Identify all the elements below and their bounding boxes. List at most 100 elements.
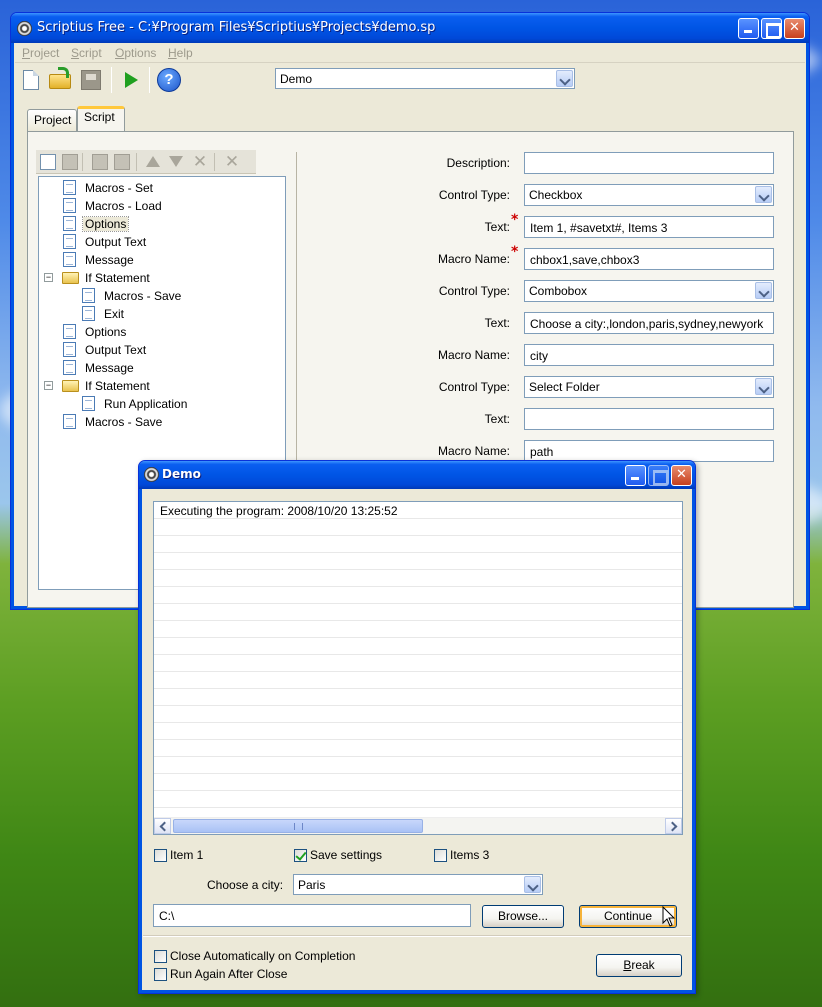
log-line: Executing the program: 2008/10/20 13:25:… xyxy=(160,504,398,518)
field-value: path xyxy=(530,445,554,459)
field-value: city xyxy=(530,349,548,363)
horizontal-scrollbar[interactable] xyxy=(154,817,682,834)
menu-project[interactable]: Project xyxy=(22,46,59,60)
collapse-icon[interactable]: − xyxy=(44,381,53,390)
paste-icon[interactable] xyxy=(114,154,130,170)
document-icon xyxy=(63,198,76,213)
field-input[interactable]: Item 1, #savetxt#, Items 3 xyxy=(524,216,774,238)
break-label: Break xyxy=(623,958,655,972)
minimize-button[interactable] xyxy=(738,18,759,39)
maximize-button[interactable] xyxy=(761,18,782,39)
tab-project[interactable]: Project xyxy=(27,109,77,131)
tree-item-label: Macros - Save xyxy=(104,289,182,303)
field-input[interactable] xyxy=(524,408,774,430)
chevron-down-icon[interactable] xyxy=(524,876,541,893)
app-gear-icon[interactable] xyxy=(17,21,32,36)
items3-checkbox[interactable] xyxy=(434,849,447,862)
delete-item-icon[interactable] xyxy=(62,154,78,170)
clear-icon[interactable]: ✕ xyxy=(224,154,240,171)
new-file-icon xyxy=(23,70,39,90)
close-button[interactable]: ✕ xyxy=(784,18,805,39)
chevron-down-icon[interactable] xyxy=(755,186,772,203)
tree-toolbar-separator xyxy=(214,153,215,171)
field-label: Text: xyxy=(484,220,510,234)
menu-options[interactable]: Options xyxy=(115,46,156,60)
tree-item-label: Output Text xyxy=(85,235,147,249)
tree-item-label: Options xyxy=(85,325,127,339)
menu-script[interactable]: Script xyxy=(71,46,102,60)
document-icon xyxy=(63,180,76,195)
save-settings-checkbox[interactable] xyxy=(294,849,307,862)
new-item-icon[interactable] xyxy=(40,154,56,170)
document-icon xyxy=(63,252,76,267)
collapse-icon[interactable]: − xyxy=(44,273,53,282)
field-label: Macro Name: xyxy=(437,348,510,362)
mouse-pointer-icon xyxy=(662,906,676,927)
close-automatically-checkbox[interactable] xyxy=(154,950,167,963)
help-button[interactable]: ? xyxy=(157,68,181,92)
field-input[interactable] xyxy=(524,152,774,174)
run-button[interactable] xyxy=(119,68,143,92)
tab-script[interactable]: Script xyxy=(77,106,125,131)
project-combo-value: Demo xyxy=(280,72,313,86)
menu-help[interactable]: Help xyxy=(168,46,193,60)
window-title: Scriptius Free - C:¥Program Files¥Script… xyxy=(37,20,436,35)
tree-item-label: Macros - Set xyxy=(85,181,154,195)
tab-script-label: Script xyxy=(84,110,115,124)
field-value: chbox1,save,chbox3 xyxy=(530,253,640,267)
control-type-combo[interactable]: Combobox xyxy=(524,280,774,302)
demo-title: Demo xyxy=(162,467,201,481)
output-log[interactable]: Executing the program: 2008/10/20 13:25:… xyxy=(153,501,683,835)
demo-title-bar[interactable]: Demo ✕ xyxy=(139,461,695,489)
chevron-down-icon[interactable] xyxy=(556,70,573,87)
chevron-down-icon[interactable] xyxy=(755,282,772,299)
field-input[interactable]: path xyxy=(524,440,774,462)
chevron-down-icon[interactable] xyxy=(755,378,772,395)
field-input[interactable]: Choose a city:,london,paris,sydney,newyo… xyxy=(524,312,774,334)
demo-minimize-button[interactable] xyxy=(625,465,646,486)
city-combo[interactable]: Paris xyxy=(293,874,543,895)
save-button[interactable] xyxy=(79,68,103,92)
field-input[interactable]: chbox1,save,chbox3 xyxy=(524,248,774,270)
move-down-icon[interactable] xyxy=(169,156,183,167)
tree-toolbar-separator xyxy=(82,153,83,171)
main-title-bar[interactable]: Scriptius Free - C:¥Program Files¥Script… xyxy=(11,13,809,43)
log-lines: Executing the program: 2008/10/20 13:25:… xyxy=(154,502,682,816)
scroll-thumb[interactable] xyxy=(173,819,423,833)
scroll-right-icon[interactable] xyxy=(665,818,682,834)
remove-icon[interactable]: ✕ xyxy=(192,154,208,171)
run-again-checkbox[interactable] xyxy=(154,968,167,981)
document-icon xyxy=(63,234,76,249)
app-gear-icon[interactable] xyxy=(144,467,159,482)
play-icon xyxy=(125,72,138,88)
city-combo-value: Paris xyxy=(298,878,326,892)
demo-client-area: Executing the program: 2008/10/20 13:25:… xyxy=(143,489,691,989)
toolbar-separator xyxy=(111,67,112,93)
browse-button[interactable]: Browse... xyxy=(482,905,564,928)
field-value: Select Folder xyxy=(529,380,600,394)
close-automatically-label: Close Automatically on Completion xyxy=(170,949,356,963)
demo-close-button[interactable]: ✕ xyxy=(671,465,692,486)
scroll-left-icon[interactable] xyxy=(154,818,171,834)
tree-item-label: If Statement xyxy=(85,379,150,393)
field-label: Text: xyxy=(484,412,510,426)
control-type-combo[interactable]: Checkbox xyxy=(524,184,774,206)
tree-item-label: If Statement xyxy=(85,271,150,285)
project-combo[interactable]: Demo xyxy=(275,68,575,89)
save-disk-icon xyxy=(81,70,101,90)
field-label: Control Type: xyxy=(438,284,510,298)
field-label: Control Type: xyxy=(438,188,510,202)
item1-checkbox[interactable] xyxy=(154,849,167,862)
open-button[interactable] xyxy=(48,67,72,92)
field-label: Macro Name: xyxy=(437,444,510,458)
break-button[interactable]: Break xyxy=(596,954,682,977)
field-input[interactable]: city xyxy=(524,344,774,366)
control-type-combo[interactable]: Select Folder xyxy=(524,376,774,398)
folder-icon xyxy=(62,272,79,284)
open-folder-icon xyxy=(49,67,71,89)
copy-icon[interactable] xyxy=(92,154,108,170)
new-button[interactable] xyxy=(19,68,43,92)
move-up-icon[interactable] xyxy=(146,156,160,167)
path-input[interactable]: C:\ xyxy=(153,904,471,927)
document-icon xyxy=(63,414,76,429)
